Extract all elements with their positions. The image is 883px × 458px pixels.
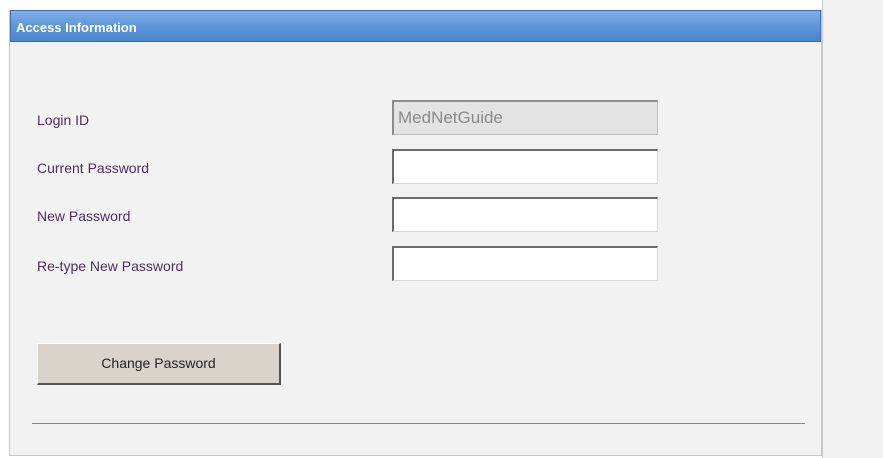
retype-password-input[interactable]: [392, 246, 658, 281]
panel-title: Access Information: [16, 20, 137, 35]
retype-password-label: Re-type New Password: [37, 258, 184, 274]
access-information-panel: Access Information Login ID Current Pass…: [9, 10, 822, 456]
current-password-input[interactable]: [392, 149, 658, 184]
new-password-input[interactable]: [392, 197, 658, 232]
login-id-input: [392, 100, 658, 135]
current-password-label: Current Password: [37, 160, 150, 176]
panel-header: Access Information: [10, 10, 821, 42]
right-side-strip: [822, 0, 883, 458]
bottom-divider: [32, 423, 805, 424]
login-id-label: Login ID: [37, 112, 90, 128]
new-password-label: New Password: [37, 208, 131, 224]
change-password-button[interactable]: Change Password: [37, 343, 281, 385]
